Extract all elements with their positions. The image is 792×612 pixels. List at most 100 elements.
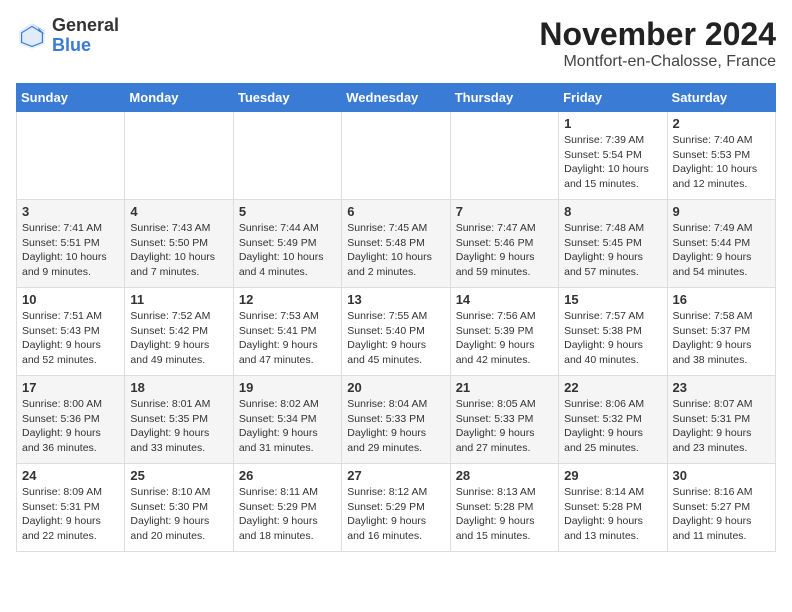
day-number: 30 bbox=[673, 468, 770, 483]
location-title: Montfort-en-Chalosse, France bbox=[539, 53, 776, 71]
day-number: 8 bbox=[564, 204, 661, 219]
table-row: 14 Sunrise: 7:56 AMSunset: 5:39 PMDaylig… bbox=[450, 288, 558, 376]
day-info: Sunrise: 8:13 AMSunset: 5:28 PMDaylight:… bbox=[456, 485, 553, 544]
day-info: Sunrise: 7:48 AMSunset: 5:45 PMDaylight:… bbox=[564, 221, 661, 280]
day-number: 11 bbox=[130, 292, 227, 307]
table-row: 19 Sunrise: 8:02 AMSunset: 5:34 PMDaylig… bbox=[233, 376, 341, 464]
table-row: 5 Sunrise: 7:44 AMSunset: 5:49 PMDayligh… bbox=[233, 200, 341, 288]
day-number: 24 bbox=[22, 468, 119, 483]
day-info: Sunrise: 8:07 AMSunset: 5:31 PMDaylight:… bbox=[673, 397, 770, 456]
table-row: 16 Sunrise: 7:58 AMSunset: 5:37 PMDaylig… bbox=[667, 288, 775, 376]
day-number: 20 bbox=[347, 380, 444, 395]
table-row: 2 Sunrise: 7:40 AMSunset: 5:53 PMDayligh… bbox=[667, 112, 775, 200]
table-row bbox=[125, 112, 233, 200]
day-number: 5 bbox=[239, 204, 336, 219]
table-row: 22 Sunrise: 8:06 AMSunset: 5:32 PMDaylig… bbox=[559, 376, 667, 464]
day-number: 14 bbox=[456, 292, 553, 307]
day-info: Sunrise: 7:44 AMSunset: 5:49 PMDaylight:… bbox=[239, 221, 336, 280]
day-info: Sunrise: 8:16 AMSunset: 5:27 PMDaylight:… bbox=[673, 485, 770, 544]
table-row: 20 Sunrise: 8:04 AMSunset: 5:33 PMDaylig… bbox=[342, 376, 450, 464]
day-number: 13 bbox=[347, 292, 444, 307]
table-row: 10 Sunrise: 7:51 AMSunset: 5:43 PMDaylig… bbox=[17, 288, 125, 376]
calendar-week-row: 10 Sunrise: 7:51 AMSunset: 5:43 PMDaylig… bbox=[17, 288, 776, 376]
day-info: Sunrise: 7:40 AMSunset: 5:53 PMDaylight:… bbox=[673, 133, 770, 192]
day-info: Sunrise: 8:11 AMSunset: 5:29 PMDaylight:… bbox=[239, 485, 336, 544]
day-info: Sunrise: 7:41 AMSunset: 5:51 PMDaylight:… bbox=[22, 221, 119, 280]
day-info: Sunrise: 8:10 AMSunset: 5:30 PMDaylight:… bbox=[130, 485, 227, 544]
table-row: 21 Sunrise: 8:05 AMSunset: 5:33 PMDaylig… bbox=[450, 376, 558, 464]
calendar-week-row: 3 Sunrise: 7:41 AMSunset: 5:51 PMDayligh… bbox=[17, 200, 776, 288]
table-row: 12 Sunrise: 7:53 AMSunset: 5:41 PMDaylig… bbox=[233, 288, 341, 376]
table-row: 7 Sunrise: 7:47 AMSunset: 5:46 PMDayligh… bbox=[450, 200, 558, 288]
day-number: 12 bbox=[239, 292, 336, 307]
day-info: Sunrise: 8:09 AMSunset: 5:31 PMDaylight:… bbox=[22, 485, 119, 544]
day-info: Sunrise: 7:56 AMSunset: 5:39 PMDaylight:… bbox=[456, 309, 553, 368]
calendar-week-row: 17 Sunrise: 8:00 AMSunset: 5:36 PMDaylig… bbox=[17, 376, 776, 464]
day-info: Sunrise: 7:45 AMSunset: 5:48 PMDaylight:… bbox=[347, 221, 444, 280]
calendar-week-row: 1 Sunrise: 7:39 AMSunset: 5:54 PMDayligh… bbox=[17, 112, 776, 200]
day-number: 17 bbox=[22, 380, 119, 395]
day-info: Sunrise: 7:43 AMSunset: 5:50 PMDaylight:… bbox=[130, 221, 227, 280]
table-row: 13 Sunrise: 7:55 AMSunset: 5:40 PMDaylig… bbox=[342, 288, 450, 376]
day-number: 10 bbox=[22, 292, 119, 307]
day-number: 25 bbox=[130, 468, 227, 483]
table-row: 24 Sunrise: 8:09 AMSunset: 5:31 PMDaylig… bbox=[17, 464, 125, 552]
day-info: Sunrise: 8:04 AMSunset: 5:33 PMDaylight:… bbox=[347, 397, 444, 456]
day-number: 15 bbox=[564, 292, 661, 307]
calendar-table: Sunday Monday Tuesday Wednesday Thursday… bbox=[16, 83, 776, 552]
table-row: 30 Sunrise: 8:16 AMSunset: 5:27 PMDaylig… bbox=[667, 464, 775, 552]
day-info: Sunrise: 7:53 AMSunset: 5:41 PMDaylight:… bbox=[239, 309, 336, 368]
table-row bbox=[17, 112, 125, 200]
header-wednesday: Wednesday bbox=[342, 84, 450, 112]
day-number: 26 bbox=[239, 468, 336, 483]
table-row: 17 Sunrise: 8:00 AMSunset: 5:36 PMDaylig… bbox=[17, 376, 125, 464]
day-number: 6 bbox=[347, 204, 444, 219]
day-number: 16 bbox=[673, 292, 770, 307]
day-number: 7 bbox=[456, 204, 553, 219]
title-area: November 2024 Montfort-en-Chalosse, Fran… bbox=[539, 16, 776, 71]
day-number: 21 bbox=[456, 380, 553, 395]
header-thursday: Thursday bbox=[450, 84, 558, 112]
day-info: Sunrise: 7:57 AMSunset: 5:38 PMDaylight:… bbox=[564, 309, 661, 368]
calendar-header-row: Sunday Monday Tuesday Wednesday Thursday… bbox=[17, 84, 776, 112]
table-row: 27 Sunrise: 8:12 AMSunset: 5:29 PMDaylig… bbox=[342, 464, 450, 552]
day-info: Sunrise: 7:52 AMSunset: 5:42 PMDaylight:… bbox=[130, 309, 227, 368]
day-info: Sunrise: 7:47 AMSunset: 5:46 PMDaylight:… bbox=[456, 221, 553, 280]
day-number: 19 bbox=[239, 380, 336, 395]
logo: General Blue bbox=[16, 16, 119, 56]
table-row: 26 Sunrise: 8:11 AMSunset: 5:29 PMDaylig… bbox=[233, 464, 341, 552]
day-number: 3 bbox=[22, 204, 119, 219]
day-info: Sunrise: 8:01 AMSunset: 5:35 PMDaylight:… bbox=[130, 397, 227, 456]
day-number: 27 bbox=[347, 468, 444, 483]
logo-icon bbox=[16, 20, 48, 52]
table-row: 29 Sunrise: 8:14 AMSunset: 5:28 PMDaylig… bbox=[559, 464, 667, 552]
page-header: General Blue November 2024 Montfort-en-C… bbox=[16, 16, 776, 71]
table-row: 25 Sunrise: 8:10 AMSunset: 5:30 PMDaylig… bbox=[125, 464, 233, 552]
table-row: 18 Sunrise: 8:01 AMSunset: 5:35 PMDaylig… bbox=[125, 376, 233, 464]
day-number: 28 bbox=[456, 468, 553, 483]
table-row: 6 Sunrise: 7:45 AMSunset: 5:48 PMDayligh… bbox=[342, 200, 450, 288]
day-info: Sunrise: 7:58 AMSunset: 5:37 PMDaylight:… bbox=[673, 309, 770, 368]
month-title: November 2024 bbox=[539, 16, 776, 53]
day-number: 4 bbox=[130, 204, 227, 219]
day-number: 18 bbox=[130, 380, 227, 395]
day-number: 2 bbox=[673, 116, 770, 131]
day-info: Sunrise: 8:12 AMSunset: 5:29 PMDaylight:… bbox=[347, 485, 444, 544]
header-saturday: Saturday bbox=[667, 84, 775, 112]
day-number: 22 bbox=[564, 380, 661, 395]
header-tuesday: Tuesday bbox=[233, 84, 341, 112]
calendar-week-row: 24 Sunrise: 8:09 AMSunset: 5:31 PMDaylig… bbox=[17, 464, 776, 552]
table-row bbox=[450, 112, 558, 200]
day-info: Sunrise: 7:39 AMSunset: 5:54 PMDaylight:… bbox=[564, 133, 661, 192]
table-row bbox=[342, 112, 450, 200]
day-info: Sunrise: 7:51 AMSunset: 5:43 PMDaylight:… bbox=[22, 309, 119, 368]
day-number: 9 bbox=[673, 204, 770, 219]
day-number: 29 bbox=[564, 468, 661, 483]
table-row: 1 Sunrise: 7:39 AMSunset: 5:54 PMDayligh… bbox=[559, 112, 667, 200]
day-info: Sunrise: 8:02 AMSunset: 5:34 PMDaylight:… bbox=[239, 397, 336, 456]
table-row: 28 Sunrise: 8:13 AMSunset: 5:28 PMDaylig… bbox=[450, 464, 558, 552]
header-monday: Monday bbox=[125, 84, 233, 112]
table-row: 9 Sunrise: 7:49 AMSunset: 5:44 PMDayligh… bbox=[667, 200, 775, 288]
table-row: 8 Sunrise: 7:48 AMSunset: 5:45 PMDayligh… bbox=[559, 200, 667, 288]
table-row bbox=[233, 112, 341, 200]
